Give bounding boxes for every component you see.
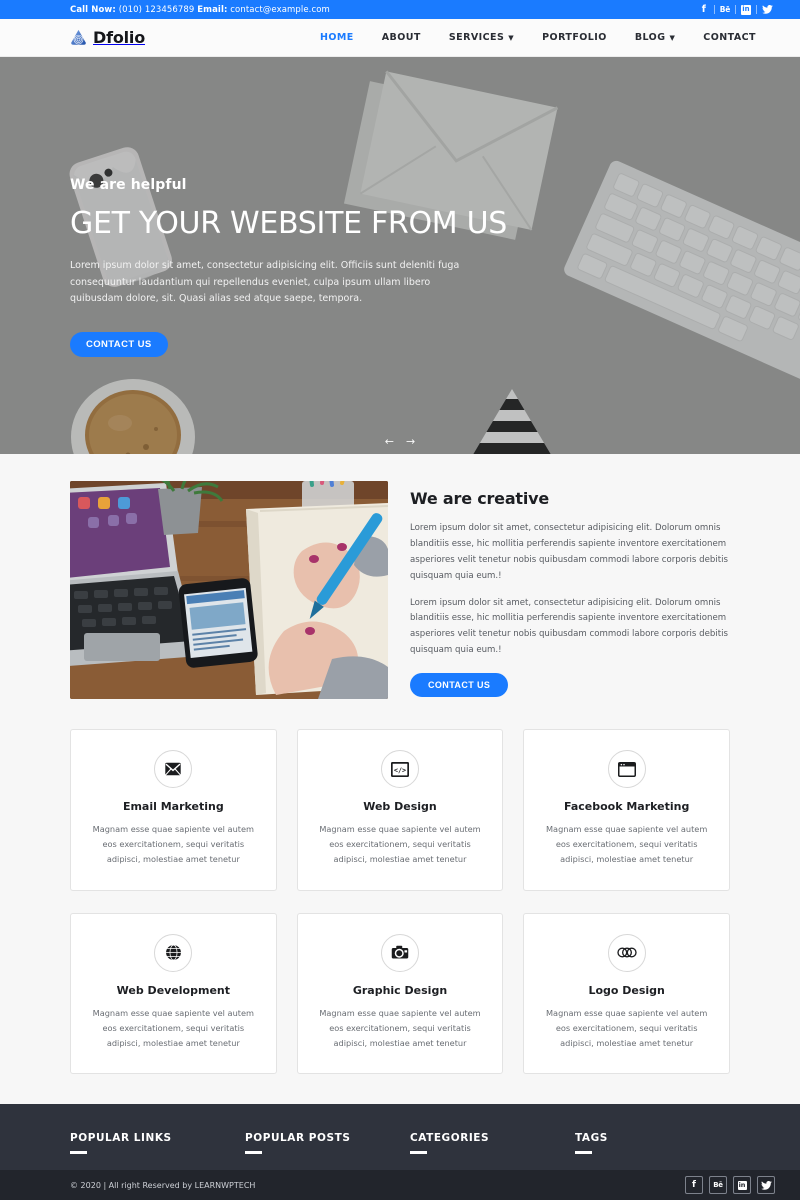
divider: | — [733, 4, 737, 15]
facebook-icon[interactable]: f — [696, 3, 712, 17]
divider: | — [754, 4, 758, 15]
nav-item-portfolio[interactable]: PORTFOLIO — [528, 32, 621, 43]
service-title: Facebook Marketing — [563, 800, 690, 813]
service-description: Magnam esse quae sapiente vel autem eos … — [319, 824, 481, 865]
nav-label: SERVICES — [448, 32, 505, 43]
nav-item-blog[interactable]: BLOG ▼ — [621, 32, 689, 43]
chevron-down-icon: ▼ — [669, 34, 676, 42]
chevron-down-icon: ▼ — [508, 34, 515, 42]
footer-heading: POPULAR LINKS — [70, 1132, 172, 1145]
services-grid: Email Marketing Magnam esse quae sapient… — [0, 729, 800, 1105]
nav-item-home[interactable]: HOME — [306, 32, 368, 43]
service-card-facebook-marketing[interactable]: Facebook Marketing Magnam esse quae sapi… — [523, 729, 730, 891]
service-description: Magnam esse quae sapiente vel autem eos … — [92, 1007, 254, 1048]
creative-title: We are creative — [410, 489, 550, 508]
creative-paragraph-1: Lorem ipsum dolor sit amet, consectetur … — [410, 523, 728, 581]
heading-underline — [575, 1151, 592, 1155]
envelope-icon — [154, 750, 193, 788]
nav-item-contact[interactable]: CONTACT — [689, 32, 770, 43]
hero-contact-us-button[interactable]: CONTACT US — [70, 331, 168, 357]
behance-icon[interactable]: Bē — [717, 3, 733, 17]
service-title: Email Marketing — [122, 800, 224, 813]
service-card-web-development[interactable]: Web Development Magnam esse quae sapient… — [70, 912, 277, 1075]
hero-content: We are helpful GET YOUR WEBSITE FROM US … — [0, 57, 508, 357]
heading-underline — [410, 1151, 427, 1155]
top-contact-bar: Call Now: (010) 123456789 Email: contact… — [0, 0, 800, 19]
service-card-logo-design[interactable]: Logo Design Magnam esse quae sapiente ve… — [523, 912, 730, 1075]
slider-controls: ← → — [385, 436, 415, 447]
service-description: Magnam esse quae sapiente vel autem eos … — [545, 824, 708, 865]
code-icon: </> — [380, 750, 419, 788]
creative-workspace-image — [70, 481, 388, 699]
slider-next-arrow-icon[interactable]: → — [406, 436, 415, 447]
top-social-links: f | Bē | in | — [696, 3, 775, 17]
nav-label: PORTFOLIO — [542, 32, 607, 43]
service-card-email-marketing[interactable]: Email Marketing Magnam esse quae sapient… — [70, 729, 277, 891]
facebook-icon[interactable]: f — [685, 1176, 703, 1194]
nav-label: ABOUT — [381, 32, 421, 43]
footer-heading: POPULAR POSTS — [245, 1132, 351, 1145]
nav-menu: HOME ABOUT SERVICES ▼ PORTFOLIO BLOG ▼ C… — [306, 32, 770, 43]
service-card-web-design[interactable]: </> Web Design Magnam esse quae sapiente… — [296, 729, 504, 891]
service-title: Web Design — [363, 800, 437, 813]
service-title: Graphic Design — [352, 983, 448, 997]
linkedin-icon[interactable]: in — [733, 1176, 751, 1194]
divider: | — [712, 4, 716, 15]
service-description: Magnam esse quae sapiente vel autem eos … — [545, 1007, 708, 1048]
about-creative-section: We are creative Lorem ipsum dolor sit am… — [0, 454, 800, 729]
behance-icon[interactable]: Bē — [709, 1176, 727, 1194]
service-description: Magnam esse quae sapiente vel autem eos … — [319, 1007, 481, 1048]
hero-description: Lorem ipsum dolor sit amet, consectetur … — [70, 260, 460, 305]
brand-name: Dfolio — [93, 28, 145, 47]
email-address[interactable]: contact@example.com — [230, 5, 330, 15]
nav-item-services[interactable]: SERVICES ▼ — [435, 32, 528, 43]
service-title: Logo Design — [588, 983, 665, 997]
creative-paragraph-2: Lorem ipsum dolor sit amet, consectetur … — [410, 597, 728, 656]
hero-slider: We are helpful GET YOUR WEBSITE FROM US … — [0, 57, 800, 454]
slider-prev-arrow-icon[interactable]: ← — [385, 436, 394, 447]
heading-underline — [245, 1151, 262, 1155]
hero-title: GET YOUR WEBSITE FROM US — [70, 206, 508, 241]
footer-social-links: f Bē in — [685, 1176, 775, 1194]
main-navigation-bar: Dfolio HOME ABOUT SERVICES ▼ PORTFOLIO B… — [0, 19, 800, 57]
creative-text-block: We are creative Lorem ipsum dolor sit am… — [410, 481, 730, 698]
service-title: Web Development — [116, 983, 230, 997]
hero-subtitle: We are helpful — [70, 177, 187, 193]
phone-number[interactable]: (010) 123456789 — [119, 5, 195, 15]
twitter-icon[interactable] — [759, 3, 775, 17]
email-label: Email: — [197, 4, 228, 15]
globe-icon — [154, 933, 193, 972]
footer-heading: CATEGORIES — [410, 1132, 490, 1145]
service-description: Magnam esse quae sapiente vel autem eos … — [92, 824, 254, 865]
copyright-bar: © 2020 | All right Reserved by LEARNWPTE… — [0, 1170, 800, 1200]
service-card-graphic-design[interactable]: Graphic Design Magnam esse quae sapiente… — [296, 912, 504, 1075]
nav-label: CONTACT — [703, 32, 756, 43]
contact-info: Call Now: (010) 123456789 Email: contact… — [70, 5, 330, 15]
heading-underline — [70, 1151, 87, 1155]
brand-logo-link[interactable]: Dfolio — [70, 28, 145, 47]
nav-item-about[interactable]: ABOUT — [368, 32, 435, 43]
twitter-icon[interactable] — [757, 1176, 775, 1194]
nav-label: HOME — [319, 32, 354, 43]
svg-text:</>: </> — [394, 766, 406, 774]
footer-heading: TAGS — [575, 1132, 608, 1145]
creative-contact-us-button[interactable]: CONTACT US — [410, 673, 509, 698]
page-root: Call Now: (010) 123456789 Email: contact… — [0, 0, 800, 1200]
call-now-label: Call Now: — [70, 4, 116, 15]
dfolio-logo-icon — [70, 29, 87, 46]
nav-label: BLOG — [634, 32, 666, 43]
copyright-text: © 2020 | All right Reserved by LEARNWPTE… — [70, 1180, 256, 1190]
rings-icon — [607, 933, 646, 972]
linkedin-icon[interactable]: in — [738, 3, 754, 17]
camera-icon — [380, 933, 419, 972]
browser-window-icon — [607, 750, 646, 788]
